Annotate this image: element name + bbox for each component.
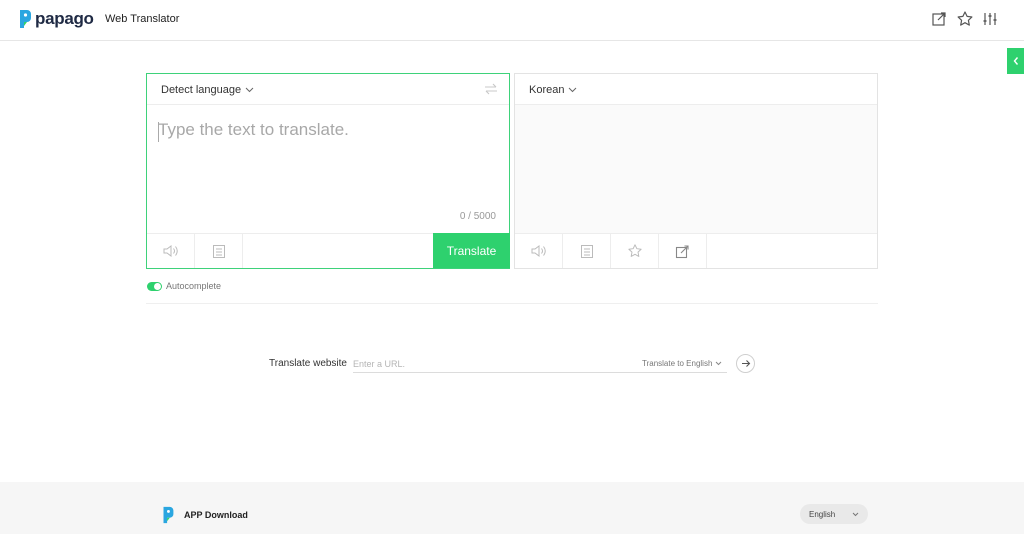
side-panel-toggle[interactable] <box>1007 48 1024 74</box>
star-icon <box>627 244 642 257</box>
chevron-left-icon <box>1013 57 1018 65</box>
settings-sliders-icon[interactable] <box>981 10 999 28</box>
external-link-icon[interactable] <box>930 10 948 28</box>
favorite-button[interactable] <box>611 234 659 268</box>
target-panel: Korean <box>514 73 878 269</box>
dictionary-icon <box>580 244 593 258</box>
target-language-label: Korean <box>529 84 565 96</box>
translate-button[interactable]: Translate <box>433 233 510 268</box>
logo-text: papago <box>35 9 94 28</box>
target-panel-footer <box>515 233 877 268</box>
go-button[interactable] <box>736 354 755 373</box>
page-title: Web Translator <box>105 13 180 25</box>
autocomplete-toggle[interactable]: Autocomplete <box>147 281 221 291</box>
dictionary-icon <box>212 244 225 258</box>
source-language-label: Detect language <box>161 84 242 96</box>
chevron-down-icon <box>716 361 722 366</box>
source-panel-header: Detect language <box>147 74 509 105</box>
chevron-down-icon <box>852 512 859 517</box>
source-panel-footer: Translate <box>147 233 510 268</box>
source-listen-button[interactable] <box>147 234 195 268</box>
target-listen-button[interactable] <box>515 234 563 268</box>
website-target-language-select[interactable]: Translate to English <box>642 359 722 368</box>
papago-app-icon <box>163 506 174 524</box>
swap-languages-icon[interactable] <box>484 83 498 95</box>
source-panel: Detect language 0 / 5000 Translate <box>146 73 510 269</box>
site-language-select[interactable]: English <box>800 504 868 524</box>
speaker-icon <box>531 245 546 257</box>
character-counter: 0 / 5000 <box>459 211 496 222</box>
share-button[interactable] <box>659 234 707 268</box>
top-bar: papago Web Translator <box>0 0 1024 41</box>
papago-logo[interactable]: papago <box>18 9 94 29</box>
papago-logo-icon <box>20 10 31 28</box>
star-icon[interactable] <box>956 10 974 28</box>
share-icon <box>675 244 689 258</box>
section-divider <box>146 303 878 304</box>
translate-website-label: Translate website <box>269 358 347 369</box>
chevron-down-icon <box>569 87 577 93</box>
toggle-switch[interactable] <box>147 281 162 291</box>
target-language-select[interactable]: Korean <box>529 84 577 96</box>
target-dictionary-button[interactable] <box>563 234 611 268</box>
app-download-link[interactable]: APP Download <box>161 506 248 524</box>
footer: APP Download English <box>0 482 1024 534</box>
speaker-icon <box>163 245 178 257</box>
target-panel-header: Korean <box>515 74 877 105</box>
website-target-language-label: Translate to English <box>642 359 713 368</box>
source-text-input[interactable] <box>158 120 488 210</box>
arrow-right-icon <box>741 360 750 367</box>
autocomplete-label: Autocomplete <box>166 281 222 291</box>
source-language-select[interactable]: Detect language <box>161 84 254 96</box>
site-language-label: English <box>809 509 836 519</box>
app-download-label: APP Download <box>184 510 248 520</box>
source-dictionary-button[interactable] <box>195 234 243 268</box>
chevron-down-icon <box>245 87 254 93</box>
